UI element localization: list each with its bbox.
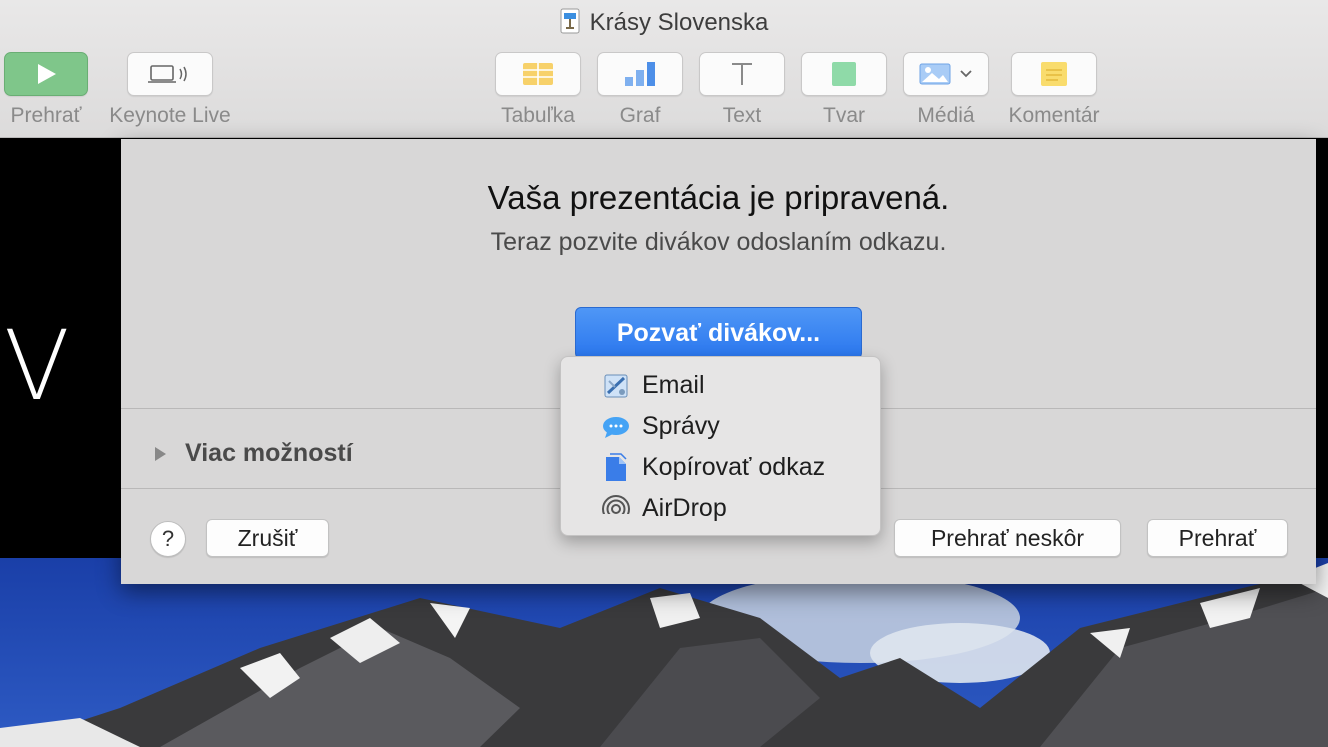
menu-item-label: AirDrop xyxy=(642,494,727,522)
menu-item-label: Email xyxy=(642,371,705,399)
chart-button[interactable] xyxy=(597,52,683,96)
toolbar-comment[interactable]: Komentár xyxy=(1004,52,1104,128)
play-icon xyxy=(38,64,56,84)
more-options-label: Viac možností xyxy=(185,439,353,467)
shape-label: Tvar xyxy=(823,104,865,127)
toolbar-keynote-live[interactable]: Keynote Live xyxy=(105,52,235,128)
table-button[interactable] xyxy=(495,52,581,96)
comment-label: Komentár xyxy=(1008,104,1100,127)
toolbar-media[interactable]: Médiá xyxy=(902,52,990,128)
window-title-text: Krásy Slovenska xyxy=(589,9,769,36)
text-button[interactable] xyxy=(699,52,785,96)
text-icon xyxy=(732,63,752,85)
menu-item-airdrop[interactable]: AirDrop xyxy=(561,488,880,529)
toolbar-text[interactable]: Text xyxy=(698,52,786,128)
keynote-live-button[interactable] xyxy=(127,52,213,96)
media-label: Médiá xyxy=(917,104,975,127)
toolbar-shape[interactable]: Tvar xyxy=(800,52,888,128)
help-button[interactable]: ? xyxy=(150,521,186,557)
sheet-subtitle: Teraz pozvite divákov odoslaním odkazu. xyxy=(490,228,947,256)
menu-item-messages[interactable]: Správy xyxy=(561,406,880,447)
menu-item-email[interactable]: Email xyxy=(561,365,880,406)
shape-icon xyxy=(832,62,856,86)
chart-label: Graf xyxy=(619,104,661,127)
shape-button[interactable] xyxy=(801,52,887,96)
toolbar-play[interactable]: Prehrať xyxy=(4,52,88,128)
slide-photo xyxy=(0,558,1328,747)
disclosure-triangle-icon xyxy=(155,446,166,461)
sheet-title: Vaša prezentácia je pripravená. xyxy=(487,179,950,216)
media-button[interactable] xyxy=(903,52,989,96)
mail-icon xyxy=(601,371,631,401)
window-title: Krásy Slovenska xyxy=(0,8,1328,37)
comment-icon xyxy=(1041,62,1067,86)
messages-icon xyxy=(601,412,631,442)
copy-link-icon xyxy=(601,452,631,483)
invite-viewers-button[interactable]: Pozvať divákov... xyxy=(575,307,862,359)
menu-item-label: Správy xyxy=(642,412,720,440)
mountain-photo xyxy=(0,558,1328,747)
text-label: Text xyxy=(722,104,762,127)
keynote-document-icon xyxy=(560,8,580,34)
play-later-button[interactable]: Prehrať neskôr xyxy=(894,519,1121,557)
chart-icon xyxy=(625,62,655,86)
chevron-down-icon xyxy=(960,70,972,78)
play-label: Prehrať xyxy=(10,104,82,127)
cancel-button[interactable]: Zrušiť xyxy=(206,519,329,557)
toolbar-table[interactable]: Tabuľka xyxy=(494,52,582,128)
toolbar-chart[interactable]: Graf xyxy=(596,52,684,128)
media-icon xyxy=(919,63,951,85)
comment-button[interactable] xyxy=(1011,52,1097,96)
more-options-disclosure[interactable]: Viac možností xyxy=(155,439,353,468)
share-menu: Email Správy Kopírovať odkaz AirDrop xyxy=(560,356,881,536)
airdrop-icon xyxy=(601,494,631,524)
table-label: Tabuľka xyxy=(501,104,575,127)
play-now-button[interactable]: Prehrať xyxy=(1147,519,1288,557)
table-icon xyxy=(523,63,553,85)
slide-title-letter: V xyxy=(4,310,70,422)
toolbar: Krásy Slovenska Prehrať Keynote Live Tab… xyxy=(0,0,1328,138)
play-button[interactable] xyxy=(4,52,88,96)
keynote-live-label: Keynote Live xyxy=(109,104,231,127)
menu-item-label: Kopírovať odkaz xyxy=(642,453,826,481)
menu-item-copy-link[interactable]: Kopírovať odkaz xyxy=(561,447,880,488)
keynote-live-icon xyxy=(148,65,187,83)
